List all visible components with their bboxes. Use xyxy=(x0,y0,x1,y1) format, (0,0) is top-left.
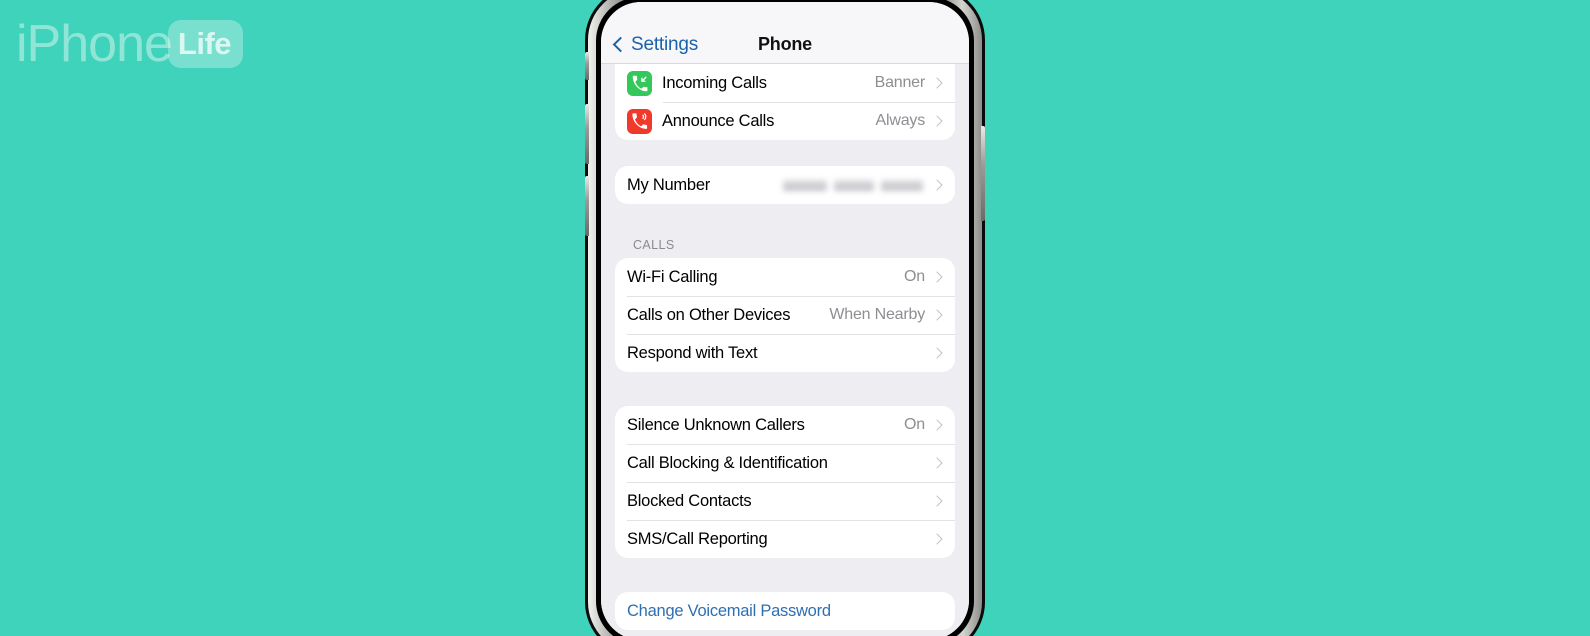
settings-row-label: Blocked Contacts xyxy=(627,491,752,510)
settings-row-value: On xyxy=(904,416,925,433)
chevron-right-icon xyxy=(931,271,943,283)
calls-group: Wi-Fi Calling On Calls on Other Devices … xyxy=(615,258,955,372)
settings-row-label: Incoming Calls xyxy=(662,73,767,92)
watermark-brand-secondary: Life xyxy=(177,26,232,61)
my-number-group: My Number xyxy=(615,166,955,204)
settings-row-sms-call-reporting[interactable]: SMS/Call Reporting xyxy=(615,520,955,558)
chevron-right-icon xyxy=(931,533,943,545)
settings-row-label: Announce Calls xyxy=(662,111,775,130)
settings-row-label: My Number xyxy=(627,175,711,194)
volume-down-button[interactable] xyxy=(585,176,589,236)
section-header-calls: CALLS xyxy=(633,238,675,252)
redacted-phone-number xyxy=(783,179,923,191)
volume-up-button[interactable] xyxy=(585,104,589,164)
settings-row-label: Wi-Fi Calling xyxy=(627,267,718,286)
navigation-bar: Settings Phone xyxy=(601,2,969,64)
settings-row-change-voicemail-password[interactable]: Change Voicemail Password xyxy=(615,592,955,630)
settings-row-respond-with-text[interactable]: Respond with Text xyxy=(615,334,955,372)
chevron-right-icon xyxy=(931,179,943,191)
iphone-life-watermark: iPhone Life xyxy=(16,15,244,73)
settings-row-blocked-contacts[interactable]: Blocked Contacts xyxy=(615,482,955,520)
settings-row-announce-calls[interactable]: Announce Calls Always xyxy=(615,102,955,140)
phone-announce-icon xyxy=(627,108,652,134)
chevron-right-icon xyxy=(931,347,943,359)
back-to-settings-button[interactable]: Settings xyxy=(612,34,699,56)
change-voicemail-password-link[interactable]: Change Voicemail Password xyxy=(627,602,944,621)
settings-row-label: Respond with Text xyxy=(627,343,758,362)
chevron-right-icon xyxy=(931,495,943,507)
phone-incoming-icon xyxy=(627,70,652,96)
chevron-right-icon xyxy=(931,419,943,431)
side-power-button[interactable] xyxy=(981,126,985,221)
settings-row-label: Silence Unknown Callers xyxy=(627,415,805,434)
settings-row-label: SMS/Call Reporting xyxy=(627,529,768,548)
watermark-life-badge: Life xyxy=(167,20,244,68)
chevron-right-icon xyxy=(931,309,943,321)
iphone-device-mockup: Settings Phone Incoming Calls Banner Ann… xyxy=(585,0,985,636)
settings-row-incoming-calls[interactable]: Incoming Calls Banner xyxy=(615,64,955,102)
blocking-group: Silence Unknown Callers On Call Blocking… xyxy=(615,406,955,558)
chevron-right-icon xyxy=(931,457,943,469)
chevron-right-icon xyxy=(931,115,943,127)
settings-row-wifi-calling[interactable]: Wi-Fi Calling On xyxy=(615,258,955,296)
settings-row-label: Calls on Other Devices xyxy=(627,305,791,324)
settings-row-label: Call Blocking & Identification xyxy=(627,453,828,472)
back-button-label: Settings xyxy=(631,34,699,55)
chevron-right-icon xyxy=(931,77,943,89)
settings-row-value: Always xyxy=(875,112,926,129)
settings-row-call-blocking-identification[interactable]: Call Blocking & Identification xyxy=(615,444,955,482)
ringer-switch-button[interactable] xyxy=(585,52,589,80)
settings-row-value: On xyxy=(904,268,925,285)
settings-row-value: When Nearby xyxy=(829,306,925,323)
voicemail-group: Change Voicemail Password xyxy=(615,592,955,630)
settings-row-calls-on-other-devices[interactable]: Calls on Other Devices When Nearby xyxy=(615,296,955,334)
phone-screen: Settings Phone Incoming Calls Banner Ann… xyxy=(601,2,969,636)
chevron-left-icon xyxy=(612,36,629,53)
settings-scroll-content[interactable]: Incoming Calls Banner Announce Calls Alw… xyxy=(601,64,969,636)
settings-row-value: Banner xyxy=(874,74,926,91)
watermark-brand-primary: iPhone xyxy=(16,15,173,73)
notifications-group: Incoming Calls Banner Announce Calls Alw… xyxy=(615,64,955,140)
settings-row-my-number[interactable]: My Number xyxy=(615,166,955,204)
settings-row-silence-unknown-callers[interactable]: Silence Unknown Callers On xyxy=(615,406,955,444)
